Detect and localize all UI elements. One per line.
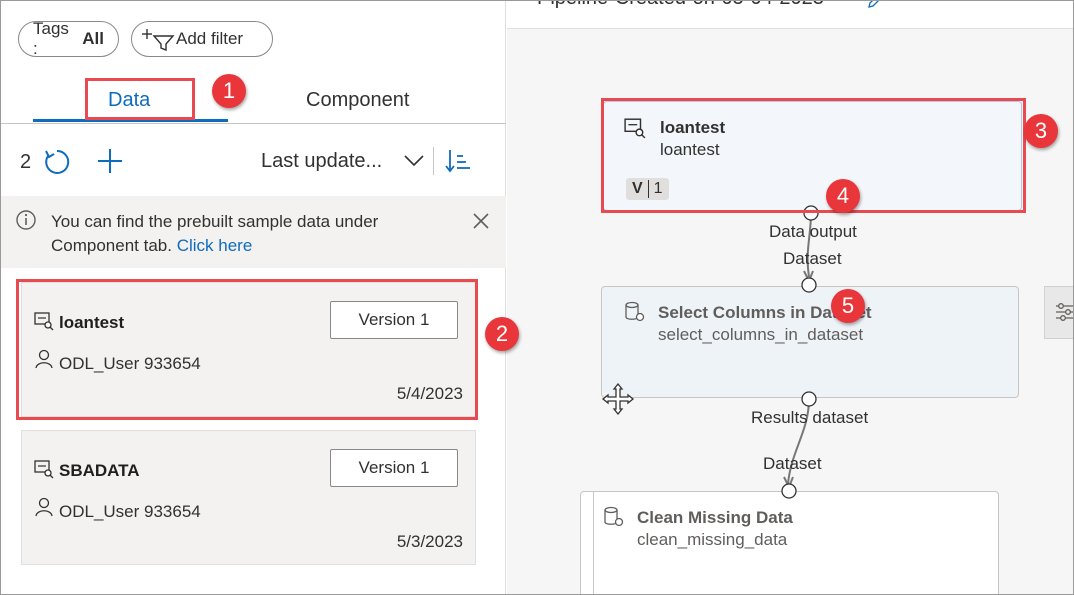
annotation-badge-5: 5: [831, 289, 865, 323]
info-link[interactable]: Click here: [177, 236, 253, 255]
settings-panel-tab[interactable]: [1044, 286, 1073, 339]
input-port-2: [781, 483, 797, 499]
add-filter-button[interactable]: Add filter: [131, 21, 273, 57]
add-filter-icon: [142, 29, 175, 51]
sort-order-icon[interactable]: [445, 148, 471, 174]
user-icon: [35, 497, 53, 517]
info-icon: [16, 210, 36, 230]
close-icon[interactable]: [472, 212, 490, 230]
dataset-name: SBADATA: [59, 461, 140, 480]
tags-filter-label: Tags :: [33, 19, 69, 58]
port-label-dataset-1: Dataset: [783, 249, 842, 268]
info-text: You can find the prebuilt sample data un…: [51, 210, 451, 258]
annotation-badge-4: 4: [826, 179, 860, 213]
screenshot-frame: Tags : All Add filter Data Component 2 L…: [0, 0, 1074, 595]
list-toolbar: 2 Last update...: [1, 141, 506, 181]
dataset-date: 5/3/2023: [396, 532, 463, 551]
refresh-icon[interactable]: [43, 148, 71, 176]
tab-component[interactable]: Component: [306, 89, 409, 112]
output-port-2: [801, 391, 817, 407]
add-icon[interactable]: [97, 148, 123, 174]
annotation-badge-2: 2: [485, 317, 519, 351]
input-port-1: [801, 277, 817, 293]
tags-filter-value: All: [82, 29, 104, 48]
highlight-data-tab: [85, 78, 195, 120]
connector-layer: [781, 205, 819, 499]
settings-sliders-icon: [1056, 303, 1073, 321]
highlight-dataset-card: [16, 279, 478, 420]
port-label-data-output: Data output: [769, 222, 857, 241]
annotation-badge-3: 3: [1024, 114, 1058, 148]
item-count: 2: [20, 151, 32, 173]
dataset-icon: [34, 460, 54, 479]
toolbar-divider: [433, 147, 434, 175]
tab-bar: Data Component: [1, 71, 506, 124]
move-cursor-icon: [601, 382, 635, 416]
dataset-card-sbadata[interactable]: SBADATA Version 1 ODL_User 933654 5/3/20…: [21, 430, 476, 565]
highlight-pipeline-node: [601, 98, 1026, 213]
chevron-down-icon[interactable]: [404, 155, 424, 167]
tags-filter-button[interactable]: Tags : All: [18, 19, 119, 58]
info-banner: You can find the prebuilt sample data un…: [1, 196, 506, 268]
dataset-owner: ODL_User 933654: [59, 502, 201, 521]
annotation-badge-1: 1: [212, 74, 246, 108]
sort-dropdown[interactable]: Last update...: [261, 150, 382, 173]
add-filter-label: Add filter: [176, 29, 244, 48]
port-label-results-dataset: Results dataset: [751, 408, 869, 427]
version-button[interactable]: Version 1: [330, 449, 458, 487]
port-label-dataset-2: Dataset: [763, 454, 822, 473]
